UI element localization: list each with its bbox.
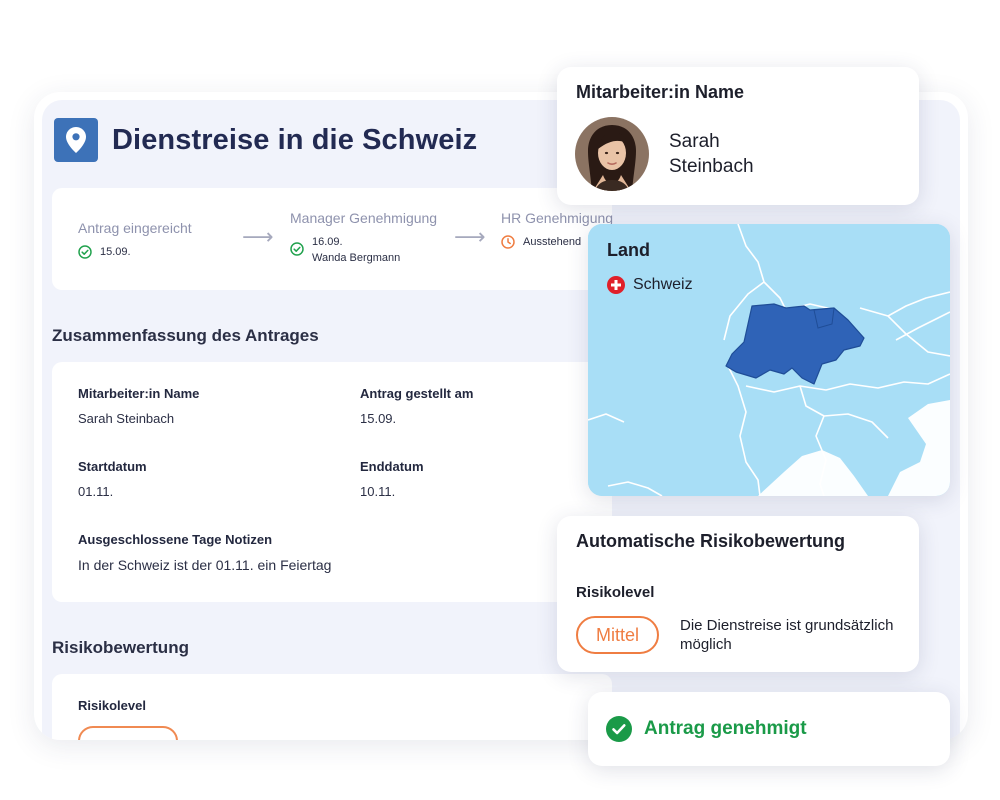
step-label: Antrag eingereicht bbox=[78, 220, 192, 236]
summary-card: Mitarbeiter:in Name Sarah Steinbach Antr… bbox=[52, 362, 612, 602]
check-circle-icon bbox=[78, 245, 92, 259]
field-label: Ausgeschlossene Tage Notizen bbox=[78, 532, 273, 547]
country-card: Land Schweiz bbox=[588, 224, 950, 496]
risk-level-label: Risikolevel bbox=[576, 584, 655, 601]
location-pin-icon bbox=[54, 118, 98, 162]
step-status: Ausstehend bbox=[523, 236, 582, 248]
field-value: 01.11. bbox=[78, 484, 114, 499]
approval-status-card: Antrag genehmigt bbox=[588, 692, 950, 766]
arrow-right-icon: ⟶ bbox=[454, 224, 486, 249]
country-card-title: Land bbox=[607, 240, 650, 260]
risk-level-pill bbox=[78, 726, 178, 740]
employee-card-title: Mitarbeiter:in Name bbox=[576, 82, 745, 102]
field-label: Antrag gestellt am bbox=[360, 386, 474, 401]
field-value: In der Schweiz ist der 01.11. ein Feiert… bbox=[78, 557, 332, 573]
page-title: Dienstreise in die Schweiz bbox=[112, 123, 478, 156]
risk-level-label: Risikolevel bbox=[78, 698, 146, 713]
field-value: 15.09. bbox=[360, 411, 397, 426]
field-start-date: Startdatum 01.11. bbox=[78, 459, 147, 499]
page-header: Dienstreise in die Schweiz bbox=[54, 118, 477, 162]
arrow-right-icon: ⟶ bbox=[242, 224, 274, 249]
approval-status-text: Antrag genehmigt bbox=[644, 718, 807, 739]
field-label: Mitarbeiter:in Name bbox=[78, 386, 200, 401]
employee-first-name: Sarah bbox=[669, 131, 720, 152]
approval-progress: Antrag eingereicht 15.09. ⟶ Manager Gene… bbox=[52, 188, 613, 290]
summary-heading: Zusammenfassung des Antrages bbox=[52, 326, 319, 345]
country-row: Schweiz bbox=[607, 276, 693, 294]
field-label: Startdatum bbox=[78, 459, 147, 474]
clock-icon bbox=[501, 235, 515, 249]
step-approver: Wanda Bergmann bbox=[312, 252, 401, 264]
field-employee: Mitarbeiter:in Name Sarah Steinbach bbox=[78, 386, 199, 426]
check-circle-icon bbox=[290, 242, 304, 256]
risk-card: Risikolevel bbox=[52, 674, 612, 740]
field-value: Sarah Steinbach bbox=[78, 411, 175, 426]
employee-card: Mitarbeiter:in Name Sarah Steinbach bbox=[557, 67, 919, 205]
field-end-date: Enddatum 10.11. bbox=[360, 459, 424, 499]
field-submitted: Antrag gestellt am 15.09. bbox=[360, 386, 473, 426]
step-submitted: Antrag eingereicht 15.09. bbox=[78, 220, 192, 260]
step-date: 15.09. bbox=[100, 246, 131, 258]
employee-last-name: Steinbach bbox=[669, 156, 754, 177]
avatar bbox=[575, 117, 649, 191]
map bbox=[588, 224, 950, 496]
risk-description: Die Dienstreise ist grundsätzlich möglic… bbox=[680, 617, 894, 653]
field-value: 10.11. bbox=[360, 484, 396, 499]
field-label: Enddatum bbox=[360, 459, 424, 474]
risk-level-badge: Mittel bbox=[576, 616, 659, 654]
risk-heading: Risikobewertung bbox=[52, 638, 189, 657]
check-circle-filled-icon bbox=[606, 716, 632, 742]
risk-assessment-card: Automatische Risikobewertung Risikolevel… bbox=[557, 516, 919, 672]
field-excluded-days: Ausgeschlossene Tage Notizen In der Schw… bbox=[78, 532, 331, 573]
country-name: Schweiz bbox=[633, 276, 693, 293]
risk-card-title: Automatische Risikobewertung bbox=[576, 531, 846, 551]
swiss-flag-icon bbox=[607, 276, 625, 294]
employee-name: Sarah Steinbach bbox=[669, 129, 754, 179]
step-label: Manager Genehmigung bbox=[290, 210, 438, 226]
step-manager: Manager Genehmigung 16.09. Wanda Bergman… bbox=[290, 210, 437, 266]
step-date: 16.09. bbox=[312, 236, 343, 248]
